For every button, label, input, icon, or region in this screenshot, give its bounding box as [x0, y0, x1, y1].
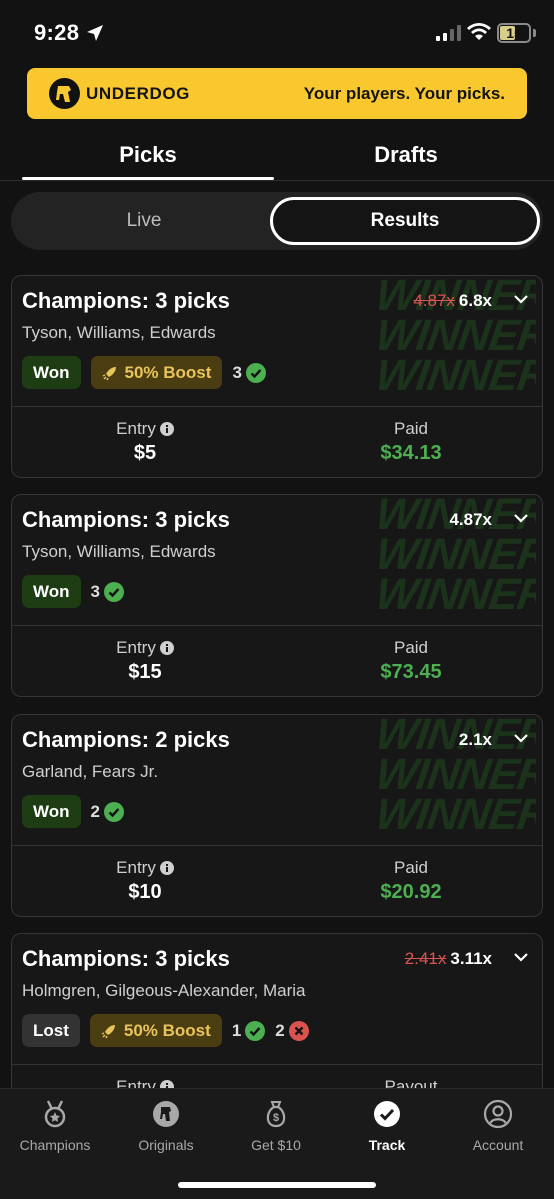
check-circle-icon [103, 801, 124, 822]
check-circle-icon [245, 1020, 266, 1041]
won-count: 1 [232, 1020, 266, 1041]
entry-card[interactable]: Champions: 3 picks 2.41x 3.11x Holmgren, … [11, 933, 543, 1088]
multiplier: 2.1x [458, 730, 492, 749]
entry-card[interactable]: WINNER!! WINNER!! WINNER!! Champions: 2 pi… [11, 714, 543, 917]
paid-amount: $34.13 [380, 442, 442, 464]
tab-picks[interactable]: Picks [22, 142, 274, 168]
card-players: Holmgren, Gilgeous-Alexander, Maria [22, 981, 306, 1000]
badge-row: Won 50% Boost 3 [22, 356, 266, 389]
status-badge: Lost [22, 1014, 80, 1047]
won-count: 3 [91, 581, 124, 602]
rocket-icon [102, 366, 116, 380]
status-bar: 9:28 15 [0, 0, 554, 66]
multiplier: 4.87x 6.8x [413, 291, 492, 311]
wifi-icon [467, 23, 491, 40]
paid-amount: $20.92 [380, 881, 442, 903]
segment-live[interactable]: Live [11, 192, 277, 250]
card-title: Champions: 3 picks [22, 507, 230, 532]
card-title: Champions: 2 picks [22, 727, 230, 752]
won-count: 2 [91, 801, 124, 822]
entry-amount: $5 [133, 442, 157, 464]
status-badge: Won [22, 356, 81, 389]
promo-banner[interactable]: UNDERDOG Your players. Your picks. [27, 68, 527, 119]
entry-label: Entry [12, 1077, 278, 1088]
boosted-multiplier: 6.8x [458, 291, 492, 310]
money-bag-icon: $ [266, 1101, 286, 1128]
lost-count: 2 [275, 1020, 309, 1041]
segment-results[interactable]: Results [270, 197, 540, 245]
x-circle-icon [288, 1020, 309, 1041]
nav-get-10[interactable]: $ Get $10 [221, 1099, 331, 1153]
badge-row: Won 3 [22, 575, 124, 608]
status-badge: Won [22, 795, 81, 828]
cellular-signal-icon [436, 25, 461, 41]
card-players: Tyson, Williams, Edwards [22, 542, 216, 561]
banner-tagline: Your players. Your picks. [303, 84, 505, 103]
multiplier: 4.87x [449, 510, 492, 529]
chevron-down-icon[interactable] [514, 513, 528, 523]
entry-amount: $10 [128, 881, 162, 903]
entry-label: Entry [12, 858, 278, 878]
card-players: Tyson, Williams, Edwards [22, 323, 216, 342]
won-count: 3 [232, 362, 266, 383]
boost-label: 50% Boost [123, 1021, 211, 1040]
battery-icon: 15 [497, 23, 531, 43]
boost-label: 50% Boost [124, 363, 212, 382]
nav-originals[interactable]: Originals [111, 1099, 221, 1153]
medal-icon [44, 1100, 66, 1128]
payout-label: Payout [384, 1077, 438, 1088]
entry-label: Entry [12, 638, 278, 658]
chevron-down-icon[interactable] [514, 294, 528, 304]
badge-row: Lost 50% Boost 1 2 [22, 1014, 309, 1047]
info-icon[interactable] [159, 1080, 174, 1088]
info-icon[interactable] [159, 422, 174, 436]
card-players: Garland, Fears Jr. [22, 762, 159, 781]
nav-champions[interactable]: Champions [0, 1099, 110, 1153]
underdog-icon [153, 1101, 179, 1127]
entry-card[interactable]: WINNER!! WINNER!! WINNER!! Champions: 3 pi… [11, 494, 543, 697]
status-badge: Won [22, 575, 81, 608]
card-title: Champions: 3 picks [22, 288, 230, 313]
boosted-multiplier: 3.11x [450, 949, 492, 968]
tab-drafts[interactable]: Drafts [280, 142, 532, 168]
rocket-icon [101, 1024, 115, 1038]
winner-watermark: WINNER!! WINNER!! WINNER!! [376, 715, 536, 839]
paid-label: Paid [393, 858, 429, 877]
boost-badge: 50% Boost [90, 356, 223, 389]
check-circle-icon [374, 1101, 400, 1127]
home-indicator [178, 1182, 376, 1188]
active-tab-indicator [22, 177, 274, 180]
location-arrow-icon [87, 25, 103, 41]
chevron-down-icon[interactable] [514, 952, 528, 962]
check-circle-icon [103, 581, 124, 602]
card-title: Champions: 3 picks [22, 946, 230, 971]
main-tabs: Picks Drafts [0, 133, 554, 181]
live-results-toggle: Live Results [11, 192, 543, 250]
nav-track[interactable]: Track [332, 1099, 442, 1153]
check-circle-icon [245, 362, 266, 383]
underdog-logo-icon [49, 78, 80, 109]
entry-amount: $15 [128, 661, 162, 683]
badge-row: Won 2 [22, 795, 124, 828]
status-time: 9:28 [34, 20, 80, 45]
old-multiplier: 4.87x [413, 291, 455, 310]
paid-label: Paid [393, 419, 429, 438]
info-icon[interactable] [159, 641, 174, 655]
paid-amount: $73.45 [380, 661, 442, 683]
entry-label: Entry [12, 419, 278, 439]
user-icon [483, 1099, 513, 1129]
paid-label: Paid [393, 638, 429, 657]
info-icon[interactable] [159, 861, 174, 875]
svg-text:$: $ [273, 1112, 279, 1124]
results-list[interactable]: WINNER!! WINNER!! WINNER!! Champions: 3 pi… [0, 262, 554, 1088]
brand-name: UNDERDOG [86, 84, 190, 103]
old-multiplier: 2.41x [404, 949, 447, 968]
chevron-down-icon[interactable] [514, 733, 528, 743]
multiplier: 2.41x 3.11x [405, 949, 492, 969]
entry-card[interactable]: WINNER!! WINNER!! WINNER!! Champions: 3 pi… [11, 275, 543, 478]
boost-badge: 50% Boost [89, 1014, 222, 1047]
battery-level: 15 [506, 25, 522, 41]
nav-account[interactable]: Account [443, 1099, 553, 1153]
